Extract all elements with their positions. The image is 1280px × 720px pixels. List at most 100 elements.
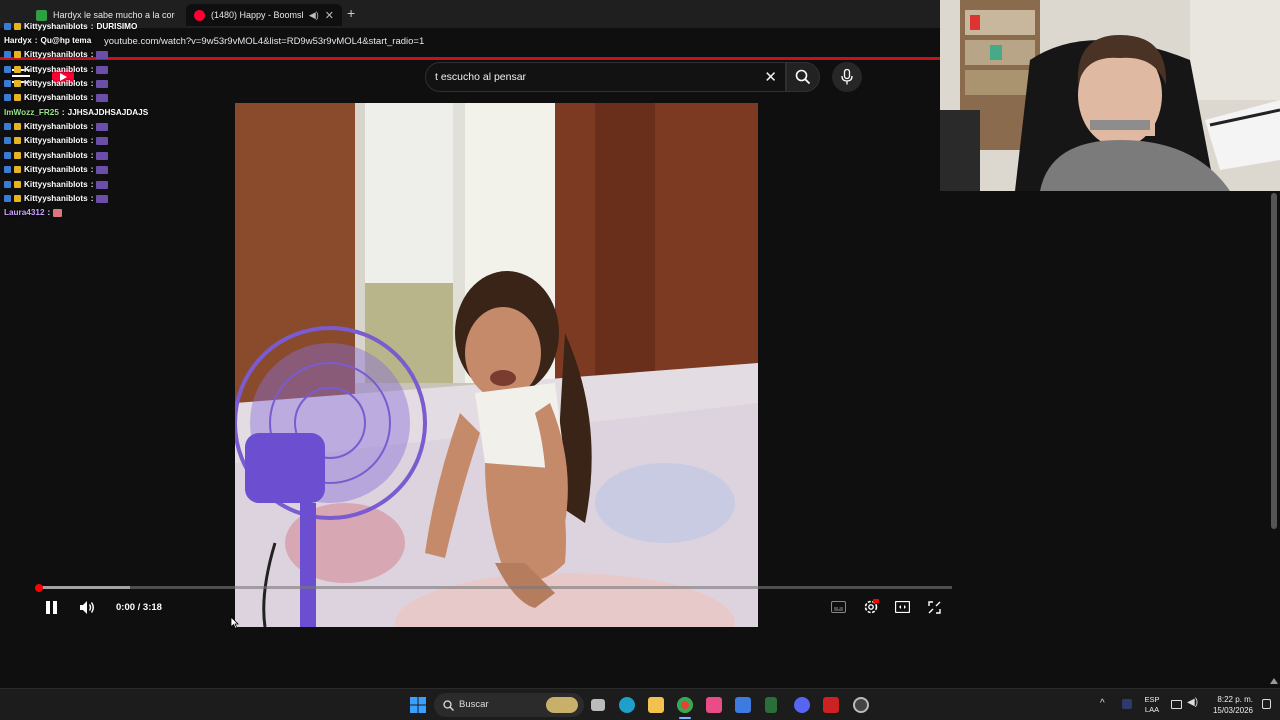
subtitles-icon[interactable] (831, 601, 846, 613)
close-tab-icon[interactable]: ✕ (325, 9, 334, 22)
scrubber-handle[interactable] (35, 584, 43, 592)
clock-date: 15/03/2026 (1212, 706, 1253, 715)
live-icon (36, 9, 47, 21)
input-language[interactable]: ESP LAA (1142, 695, 1162, 715)
gift-badge-icon (14, 123, 21, 130)
search-value[interactable]: t escucho al pensar (435, 71, 526, 83)
video-image (235, 103, 758, 627)
emote-icon (96, 93, 109, 102)
chat-separator: : (90, 93, 94, 102)
chat-message: Kittyyshaniblots: (4, 136, 109, 145)
chat-username[interactable]: Kittyyshaniblots (24, 136, 88, 145)
chat-username[interactable]: Kittyyshaniblots (24, 180, 88, 189)
clear-search-icon[interactable]: ✕ (764, 68, 777, 86)
buffer-bar (38, 586, 130, 589)
chat-message: Hardyx: Qu@hp tema (4, 36, 91, 45)
language-code: ESP (1144, 695, 1160, 704)
chat-username[interactable]: Kittyyshaniblots (24, 194, 88, 203)
emote-icon (96, 122, 109, 131)
volume-tray-icon[interactable]: ◀) (1187, 697, 1198, 708)
chat-separator: : (90, 180, 94, 189)
url-text[interactable]: youtube.com/watch?v=9w53r9vMOL4&list=RD9… (104, 36, 424, 47)
address-bar[interactable]: youtube.com/watch?v=9w53r9vMOL4&list=RD9… (0, 30, 940, 56)
subscriber-badge-icon (4, 66, 11, 73)
gift-badge-icon (14, 51, 21, 58)
edge-icon[interactable] (619, 697, 635, 713)
subscriber-badge-icon (4, 51, 11, 58)
task-view-icon[interactable] (591, 699, 605, 711)
settings-icon[interactable] (863, 599, 879, 615)
chat-username[interactable]: Kittyyshaniblots (24, 22, 88, 31)
chat-separator: : (90, 122, 94, 131)
chat-username[interactable]: Laura4312 (4, 208, 45, 217)
active-app-indicator (679, 717, 691, 719)
chat-separator: : (90, 65, 94, 74)
emote-icon (53, 208, 63, 217)
chat-username[interactable]: Kittyyshaniblots (24, 65, 88, 74)
capcut-icon[interactable] (706, 697, 722, 713)
search-button[interactable] (786, 62, 820, 92)
audio-app-icon[interactable] (765, 697, 777, 713)
video-frame[interactable] (235, 103, 758, 627)
tab-youtube[interactable]: (1480) Happy - Boomshakalaka ◀) ✕ (186, 4, 342, 26)
chat-message: Kittyyshaniblots: (4, 180, 109, 189)
chat-message: Kittyyshaniblots: (4, 151, 109, 160)
search-icon (795, 69, 811, 85)
chat-username[interactable]: Kittyyshaniblots (24, 151, 88, 160)
chat-separator: : (34, 36, 38, 45)
notifications-icon[interactable] (1262, 699, 1271, 709)
voicemeeter-icon[interactable] (823, 697, 839, 713)
chat-username[interactable]: Kittyyshaniblots (24, 50, 88, 59)
tray-app-icon[interactable] (1122, 699, 1132, 709)
network-icon[interactable] (1171, 700, 1182, 709)
chat-separator: : (47, 208, 51, 217)
voice-search-button[interactable] (832, 62, 862, 92)
subscriber-badge-icon (4, 94, 11, 101)
miniplayer-icon[interactable] (895, 601, 910, 613)
page-scrollbar[interactable] (1271, 193, 1277, 529)
chat-separator: : (90, 22, 94, 31)
time-display: 0:00 / 3:18 (116, 602, 162, 613)
subscriber-badge-icon (4, 195, 11, 202)
tab-title: (1480) Happy - Boomshakalaka (211, 10, 303, 20)
emote-icon (96, 165, 109, 174)
scroll-up-icon[interactable] (1270, 678, 1278, 684)
gift-badge-icon (14, 23, 21, 30)
search-input[interactable]: t escucho al pensar ✕ (425, 62, 786, 92)
emote-icon (96, 136, 109, 145)
chat-message: Kittyyshaniblots: (4, 122, 109, 131)
chat-username[interactable]: Hardyx (4, 36, 32, 45)
system-clock[interactable]: 8:22 p. m. 15/03/2026 (1203, 694, 1253, 716)
chat-message: Kittyyshaniblots: (4, 165, 109, 174)
tray-chevron-icon[interactable]: ^ (1100, 698, 1105, 709)
speaker-icon[interactable]: ◀) (309, 10, 319, 21)
chat-separator: : (90, 50, 94, 59)
gift-badge-icon (14, 181, 21, 188)
chat-username[interactable]: Kittyyshaniblots (24, 122, 88, 131)
chat-username[interactable]: Kittyyshaniblots (24, 79, 88, 88)
windows-taskbar: Buscar ^ ESP LAA ◀) 8:22 p. m. 15/03/202… (0, 688, 1280, 720)
chrome-icon[interactable] (677, 697, 693, 713)
subscriber-badge-icon (4, 23, 11, 30)
pause-button[interactable] (46, 601, 58, 614)
search-highlight-icon (546, 697, 578, 713)
webcam-overlay (940, 0, 1280, 191)
subscriber-badge-icon (4, 123, 11, 130)
chat-text: JJHSAJDHSAJDAJS (67, 108, 149, 117)
file-explorer-icon[interactable] (648, 697, 664, 713)
gift-badge-icon (14, 195, 21, 202)
new-tab-button[interactable]: + (347, 5, 355, 21)
volume-icon[interactable] (79, 600, 95, 615)
fullscreen-icon[interactable] (928, 601, 941, 614)
chat-message: Kittyyshaniblots: (4, 93, 109, 102)
progress-bar[interactable] (38, 586, 952, 589)
gift-badge-icon (14, 66, 21, 73)
chat-username[interactable]: Kittyyshaniblots (24, 93, 88, 102)
chat-username[interactable]: Kittyyshaniblots (24, 165, 88, 174)
chat-username[interactable]: ImWozz_FR25 (4, 108, 59, 117)
taskbar-search[interactable]: Buscar (434, 693, 584, 717)
store-icon[interactable] (735, 697, 751, 713)
windows-start-icon[interactable] (410, 697, 426, 713)
discord-icon[interactable] (794, 697, 810, 713)
obs-icon[interactable] (853, 697, 869, 713)
